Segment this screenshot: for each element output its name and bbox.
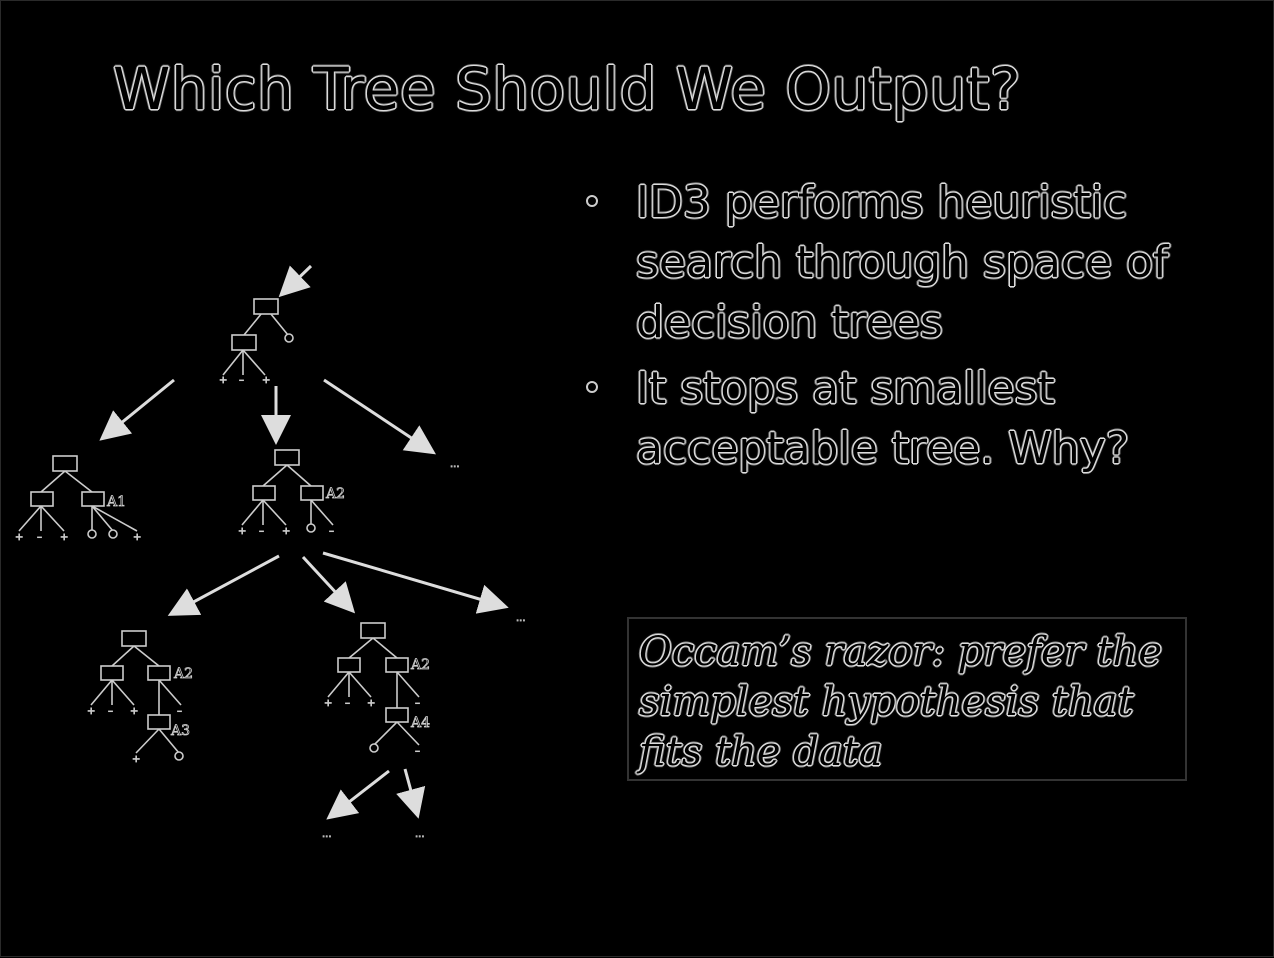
leaf-plus: + [60, 532, 68, 543]
leaf-plus: + [133, 532, 141, 543]
tree-node [81, 491, 105, 507]
search-arrow [323, 378, 436, 455]
leaf-plus: + [282, 526, 290, 537]
tree-node [385, 707, 409, 723]
tree-a1: A1 + – + + [15, 455, 142, 543]
tree-node [300, 485, 324, 501]
ellipsis-label: ... [415, 829, 425, 840]
leaf-plus: + [15, 532, 23, 543]
attribute-label: A2 [325, 486, 345, 502]
search-arrow [326, 769, 390, 820]
tree-node [231, 334, 257, 351]
leaf-plus: + [238, 526, 246, 537]
tree-a2: A2 + – + – [238, 449, 345, 537]
tree-node [385, 657, 409, 673]
tree-node [360, 622, 386, 639]
leaf-minus: – [37, 532, 42, 543]
tree-node [100, 665, 124, 681]
leaf-minus: – [345, 698, 350, 709]
ellipsis-label: ... [322, 829, 332, 840]
tree-a2-a3: A2 A3 + – + – + [87, 630, 193, 765]
leaf-plus: + [219, 375, 227, 386]
tree-node [52, 455, 78, 472]
leaf-minus: – [259, 526, 264, 537]
attribute-label: A4 [410, 715, 430, 731]
tree-node [147, 714, 171, 730]
search-arrow [99, 378, 175, 441]
leaf-plus: + [367, 698, 375, 709]
tree-root: + – + [219, 298, 294, 386]
attribute-label: A3 [170, 723, 190, 739]
leaf-minus: – [415, 698, 420, 709]
leaf-plus: + [130, 706, 138, 717]
leaf-plus: + [262, 375, 270, 386]
attribute-label: A2 [173, 666, 193, 682]
leaf-plus: + [132, 754, 140, 765]
tree-node [147, 665, 171, 681]
tree-node [30, 491, 54, 507]
search-arrow [322, 551, 509, 614]
tree-node [253, 298, 279, 315]
leaf-minus: – [177, 706, 182, 717]
decision-tree-search-diagram: + – + ... A1 + – + + A2 + – + – ... A2 A… [15, 264, 526, 840]
leaf-minus: – [329, 526, 334, 537]
leaf-minus: – [239, 375, 244, 386]
attribute-label: A1 [106, 494, 126, 510]
attribute-label: A2 [410, 657, 430, 673]
tree-node [252, 485, 276, 501]
leaf-minus: – [108, 706, 113, 717]
ellipsis-label: ... [516, 613, 526, 624]
search-arrow [396, 768, 426, 819]
leaf-plus: + [324, 698, 332, 709]
slide-frame: Which Tree Should We Output? ID3 perform… [0, 0, 1274, 957]
leaf-plus: + [87, 706, 95, 717]
tree-a2-a4: A2 A4 + – + – – [324, 622, 431, 757]
search-arrow [167, 554, 280, 616]
tree-node [274, 449, 300, 466]
leaf-minus: – [415, 746, 420, 757]
search-arrow [278, 264, 313, 298]
tree-node [121, 630, 147, 647]
ellipsis-label: ... [450, 459, 460, 470]
search-arrow [301, 555, 356, 614]
tree-node [337, 657, 361, 673]
